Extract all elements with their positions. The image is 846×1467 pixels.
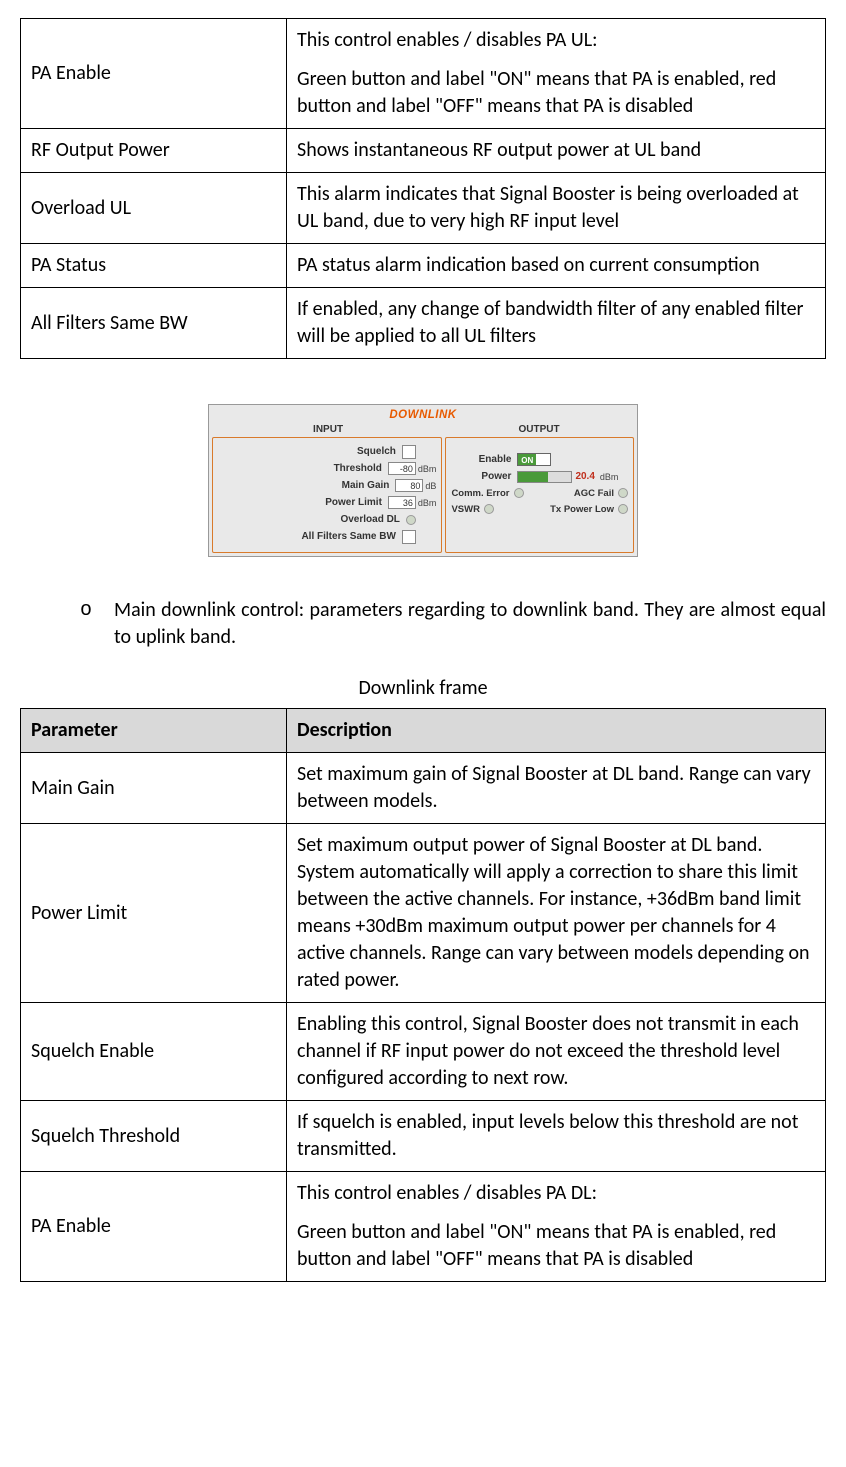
comm-error-led	[514, 488, 524, 498]
enable-state: ON	[518, 454, 536, 465]
desc-cell: Enabling this control, Signal Booster do…	[287, 1003, 826, 1101]
io-labels: INPUT OUTPUT	[212, 424, 634, 435]
enable-toggle[interactable]: ON	[517, 453, 551, 466]
output-heading: OUTPUT	[444, 424, 634, 435]
table-row: Overload ULThis alarm indicates that Sig…	[21, 173, 826, 244]
power-limit-input[interactable]: 36	[388, 496, 416, 509]
overload-dl-led	[406, 515, 416, 525]
th-parameter: Parameter	[21, 709, 287, 753]
th-description: Description	[287, 709, 826, 753]
param-cell: Overload UL	[21, 173, 287, 244]
power-label: Power	[451, 471, 517, 482]
input-panel: Squelch dBm Threshold -80 dBm Main Gain …	[212, 437, 442, 553]
downlink-screenshot-wrap: DOWNLINK INPUT OUTPUT Squelch dBm Thresh…	[20, 404, 826, 557]
desc-cell: If squelch is enabled, input levels belo…	[287, 1101, 826, 1172]
table-row: PA EnableThis control enables / disables…	[21, 19, 826, 129]
power-limit-unit: dBm	[418, 498, 437, 508]
desc-cell: This control enables / disables PA UL:Gr…	[287, 19, 826, 129]
power-limit-label: Power Limit	[218, 497, 388, 508]
tx-power-low-led	[618, 504, 628, 514]
squelch-label: Squelch	[218, 446, 402, 457]
vswr-led	[484, 504, 494, 514]
tx-power-low-label: Tx Power Low	[550, 504, 614, 515]
table-row: Squelch EnableEnabling this control, Sig…	[21, 1003, 826, 1101]
main-gain-unit: dB	[425, 481, 436, 491]
power-unit: dBm	[600, 472, 619, 482]
uplink-params-table: PA EnableThis control enables / disables…	[20, 18, 826, 359]
squelch-checkbox[interactable]	[402, 445, 416, 459]
overload-dl-label: Overload DL	[218, 514, 406, 525]
desc-cell: Set maximum gain of Signal Booster at DL…	[287, 753, 826, 824]
table-row: All Filters Same BWIf enabled, any chang…	[21, 288, 826, 359]
param-cell: PA Enable	[21, 1172, 287, 1282]
output-panel: Enable ON Power 20.4 dBm Comm. Error AGC…	[445, 437, 634, 553]
downlink-frame-caption: Downlink frame	[20, 676, 826, 700]
main-gain-label: Main Gain	[218, 480, 395, 491]
bullet-marker: o	[80, 597, 114, 651]
downlink-screenshot: DOWNLINK INPUT OUTPUT Squelch dBm Thresh…	[208, 404, 638, 557]
param-cell: PA Status	[21, 244, 287, 288]
table-row: PA StatusPA status alarm indication base…	[21, 244, 826, 288]
enable-label: Enable	[451, 454, 517, 465]
agc-fail-led	[618, 488, 628, 498]
screenshot-title: DOWNLINK	[212, 408, 634, 424]
downlink-params-table: Parameter Description Main GainSet maxim…	[20, 708, 826, 1282]
param-cell: Squelch Threshold	[21, 1101, 287, 1172]
bullet-item: o Main downlink control: parameters rega…	[80, 597, 826, 651]
desc-cell: Shows instantaneous RF output power at U…	[287, 129, 826, 173]
table-row: PA EnableThis control enables / disables…	[21, 1172, 826, 1282]
table-row: Power LimitSet maximum output power of S…	[21, 824, 826, 1003]
param-cell: Squelch Enable	[21, 1003, 287, 1101]
all-filters-label: All Filters Same BW	[218, 531, 402, 542]
desc-cell: PA status alarm indication based on curr…	[287, 244, 826, 288]
all-filters-checkbox[interactable]	[402, 530, 416, 544]
threshold-label: Threshold	[218, 463, 388, 474]
desc-cell: This alarm indicates that Signal Booster…	[287, 173, 826, 244]
table-row: Main GainSet maximum gain of Signal Boos…	[21, 753, 826, 824]
threshold-unit: dBm	[418, 464, 437, 474]
table-row: Squelch ThresholdIf squelch is enabled, …	[21, 1101, 826, 1172]
param-cell: Power Limit	[21, 824, 287, 1003]
main-gain-input[interactable]: 80	[395, 479, 423, 492]
vswr-label: VSWR	[451, 504, 480, 515]
param-cell: Main Gain	[21, 753, 287, 824]
param-cell: PA Enable	[21, 19, 287, 129]
table-row: RF Output PowerShows instantaneous RF ou…	[21, 129, 826, 173]
desc-cell: Set maximum output power of Signal Boost…	[287, 824, 826, 1003]
comm-error-label: Comm. Error	[451, 488, 509, 499]
desc-cell: If enabled, any change of bandwidth filt…	[287, 288, 826, 359]
agc-fail-label: AGC Fail	[574, 488, 614, 499]
power-bar	[517, 471, 572, 483]
bullet-text: Main downlink control: parameters regard…	[114, 597, 826, 651]
power-value: 20.4	[575, 471, 594, 482]
param-cell: RF Output Power	[21, 129, 287, 173]
input-heading: INPUT	[212, 424, 444, 435]
desc-cell: This control enables / disables PA DL:Gr…	[287, 1172, 826, 1282]
threshold-input[interactable]: -80	[388, 462, 416, 475]
param-cell: All Filters Same BW	[21, 288, 287, 359]
